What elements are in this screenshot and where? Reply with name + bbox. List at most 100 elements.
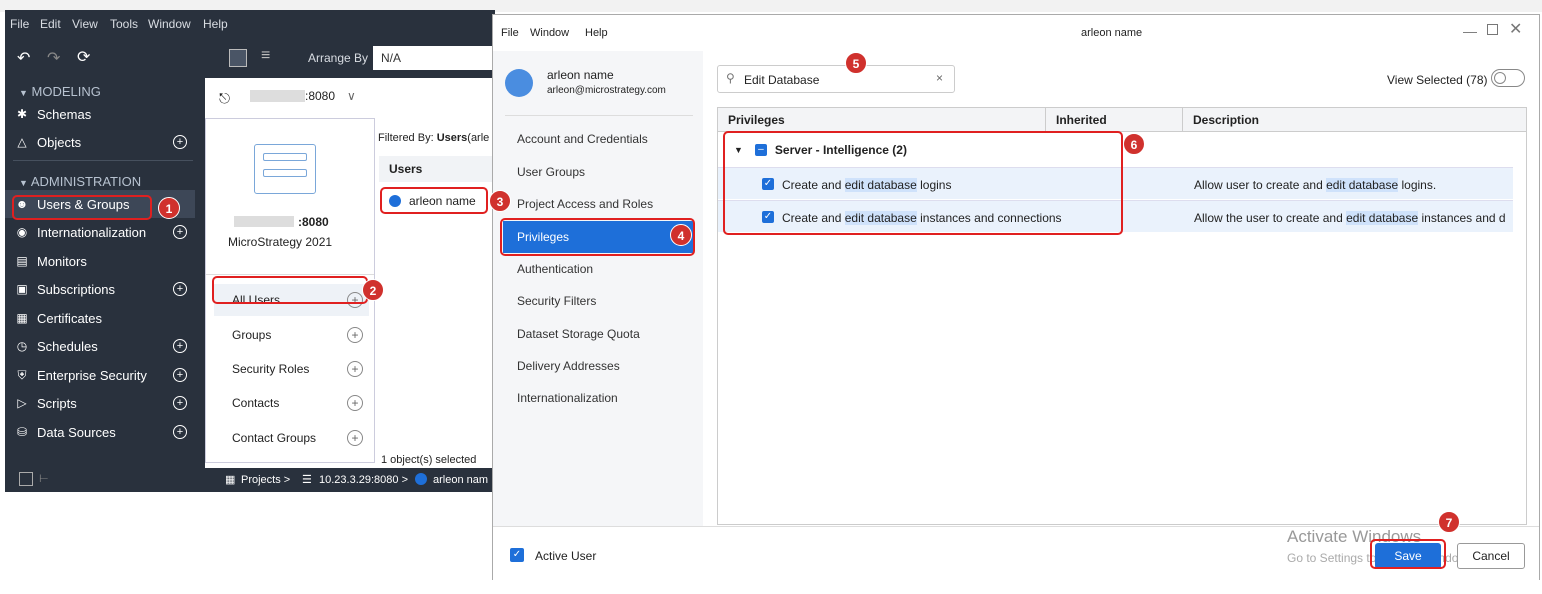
view-selected-label: View Selected (78) bbox=[1387, 73, 1488, 87]
search-input[interactable]: ⚲ Edit Database × bbox=[717, 65, 955, 93]
annotation-badge-6: 6 bbox=[1123, 133, 1145, 155]
annotation-box-6 bbox=[723, 131, 1123, 235]
dialog-menu-file[interactable]: File bbox=[501, 27, 519, 39]
group-contact-groups[interactable]: Contact Groups + bbox=[214, 422, 369, 454]
close-icon[interactable]: ✕ bbox=[1509, 19, 1522, 39]
sidebar-item-schemas[interactable]: ✱ Schemas bbox=[5, 100, 195, 128]
add-icon[interactable]: + bbox=[347, 395, 363, 411]
chevron-down-icon[interactable]: ∨ bbox=[347, 89, 356, 103]
sidebar-item-certificates[interactable]: ▦ Certificates bbox=[5, 304, 195, 332]
col-description[interactable]: Description bbox=[1183, 108, 1513, 132]
nav-authentication[interactable]: Authentication bbox=[493, 253, 703, 285]
annotation-badge-2: 2 bbox=[362, 279, 384, 301]
dialog-menu-window[interactable]: Window bbox=[530, 27, 569, 39]
add-icon[interactable]: + bbox=[347, 327, 363, 343]
server-card-name: :8080 bbox=[298, 215, 329, 229]
menu-help[interactable]: Help bbox=[203, 17, 228, 31]
dialog-menu-help[interactable]: Help bbox=[585, 27, 608, 39]
annotation-box-2 bbox=[212, 276, 368, 304]
group-groups[interactable]: Groups + bbox=[214, 319, 369, 351]
add-icon[interactable]: + bbox=[173, 368, 187, 382]
subscription-icon: ▣ bbox=[16, 282, 28, 296]
tree-icon[interactable]: ⊢ bbox=[39, 472, 49, 485]
privilege-description: Allow the user to create and edit databa… bbox=[1194, 211, 1506, 225]
nav-security-filters[interactable]: Security Filters bbox=[493, 285, 703, 317]
sidebar-item-scripts[interactable]: ▷ Scripts + bbox=[5, 389, 195, 417]
add-icon[interactable]: + bbox=[173, 225, 187, 239]
add-icon[interactable]: + bbox=[173, 135, 187, 149]
sidebar-item-monitors[interactable]: ▤ Monitors bbox=[5, 247, 195, 275]
group-security-roles[interactable]: Security Roles + bbox=[214, 353, 369, 385]
view-selected-toggle[interactable] bbox=[1491, 69, 1525, 87]
clock-icon: ◷ bbox=[16, 339, 28, 353]
add-icon[interactable]: + bbox=[347, 361, 363, 377]
user-email: arleon@microstrategy.com bbox=[547, 85, 666, 96]
sidebar-item-internationalization[interactable]: ◉ Internationalization + bbox=[5, 218, 195, 246]
dialog-title: arleon name bbox=[1081, 27, 1143, 39]
dialog-titlebar: File Window Help arleon name — ✕ bbox=[493, 15, 1539, 51]
sidebar-item-data-sources[interactable]: ⛁ Data Sources + bbox=[5, 418, 195, 446]
sidebar-item-enterprise-security[interactable]: ⛨ Enterprise Security + bbox=[5, 361, 195, 389]
breadcrumb-projects[interactable]: Projects > bbox=[241, 474, 290, 486]
server-selector[interactable]: :8080 bbox=[305, 89, 335, 103]
active-user-checkbox[interactable]: ✓ bbox=[510, 548, 524, 562]
modeling-header[interactable]: ▼ MODELING bbox=[19, 84, 101, 99]
add-icon[interactable]: + bbox=[173, 282, 187, 296]
status-bar: ⊢ ▦ Projects > ☰ 10.23.3.29:8080 > arleo… bbox=[5, 468, 495, 492]
menu-window[interactable]: Window bbox=[148, 17, 191, 31]
database-icon: ⛁ bbox=[16, 425, 28, 439]
users-column-header[interactable]: Users bbox=[379, 156, 495, 182]
annotation-box-3 bbox=[380, 187, 488, 214]
refresh-icon[interactable]: ⟳ bbox=[77, 47, 90, 67]
nav-internationalization[interactable]: Internationalization bbox=[493, 382, 703, 414]
schema-icon: ✱ bbox=[16, 107, 28, 121]
sidebar-item-objects[interactable]: △ Objects + bbox=[5, 128, 195, 156]
sidebar-item-subscriptions[interactable]: ▣ Subscriptions + bbox=[5, 275, 195, 303]
nav-project-access[interactable]: Project Access and Roles bbox=[493, 188, 703, 220]
breadcrumb-server[interactable]: 10.23.3.29:8080 > bbox=[319, 474, 408, 486]
certificate-icon: ▦ bbox=[16, 311, 28, 325]
annotation-box-4 bbox=[500, 218, 695, 256]
nav-account-credentials[interactable]: Account and Credentials bbox=[493, 123, 703, 155]
maximize-icon[interactable] bbox=[1487, 24, 1498, 35]
selection-count: 1 object(s) selected bbox=[381, 454, 477, 466]
objects-icon: △ bbox=[17, 135, 27, 149]
col-privileges[interactable]: Privileges bbox=[718, 108, 1046, 132]
annotation-badge-1: 1 bbox=[158, 197, 180, 219]
nav-delivery-addresses[interactable]: Delivery Addresses bbox=[493, 350, 703, 382]
arrange-by-select[interactable]: N/A bbox=[373, 46, 495, 70]
add-icon[interactable]: + bbox=[173, 396, 187, 410]
forward-icon[interactable]: ↷ bbox=[47, 48, 60, 68]
list-view-icon[interactable]: ≡ bbox=[261, 47, 270, 65]
active-user-label: Active User bbox=[535, 549, 597, 563]
add-icon[interactable]: + bbox=[347, 430, 363, 446]
dialog-nav: arleon name arleon@microstrategy.com Acc… bbox=[493, 51, 703, 526]
breadcrumb-user[interactable]: arleon nam bbox=[433, 474, 488, 486]
menu-tools[interactable]: Tools bbox=[110, 17, 138, 31]
menu-edit[interactable]: Edit bbox=[40, 17, 61, 31]
search-icon: ⚲ bbox=[726, 71, 735, 85]
group-contacts[interactable]: Contacts + bbox=[214, 387, 369, 419]
grid-view-icon[interactable] bbox=[229, 49, 247, 67]
minimize-icon[interactable]: — bbox=[1463, 23, 1477, 39]
administration-header[interactable]: ▼ ADMINISTRATION bbox=[19, 174, 141, 189]
col-inherited[interactable]: Inherited bbox=[1046, 108, 1183, 132]
menu-file[interactable]: File bbox=[10, 17, 29, 31]
server-icon: ☰ bbox=[302, 474, 312, 486]
clear-icon[interactable]: × bbox=[936, 71, 943, 85]
server-icon bbox=[254, 144, 316, 194]
script-icon: ▷ bbox=[17, 396, 27, 410]
divider bbox=[13, 160, 193, 161]
monitor-icon: ▤ bbox=[16, 254, 28, 268]
app-menubar: File Edit View Tools Window Help bbox=[5, 10, 495, 38]
back-icon[interactable]: ↶ bbox=[17, 48, 30, 68]
nav-user-groups[interactable]: User Groups bbox=[493, 156, 703, 188]
menu-view[interactable]: View bbox=[72, 17, 98, 31]
cancel-button[interactable]: Cancel bbox=[1457, 543, 1525, 569]
add-icon[interactable]: + bbox=[173, 425, 187, 439]
sidebar-item-schedules[interactable]: ◷ Schedules + bbox=[5, 332, 195, 360]
add-icon[interactable]: + bbox=[173, 339, 187, 353]
list-icon[interactable] bbox=[19, 472, 33, 486]
annotation-badge-3: 3 bbox=[489, 190, 511, 212]
nav-dataset-quota[interactable]: Dataset Storage Quota bbox=[493, 318, 703, 350]
